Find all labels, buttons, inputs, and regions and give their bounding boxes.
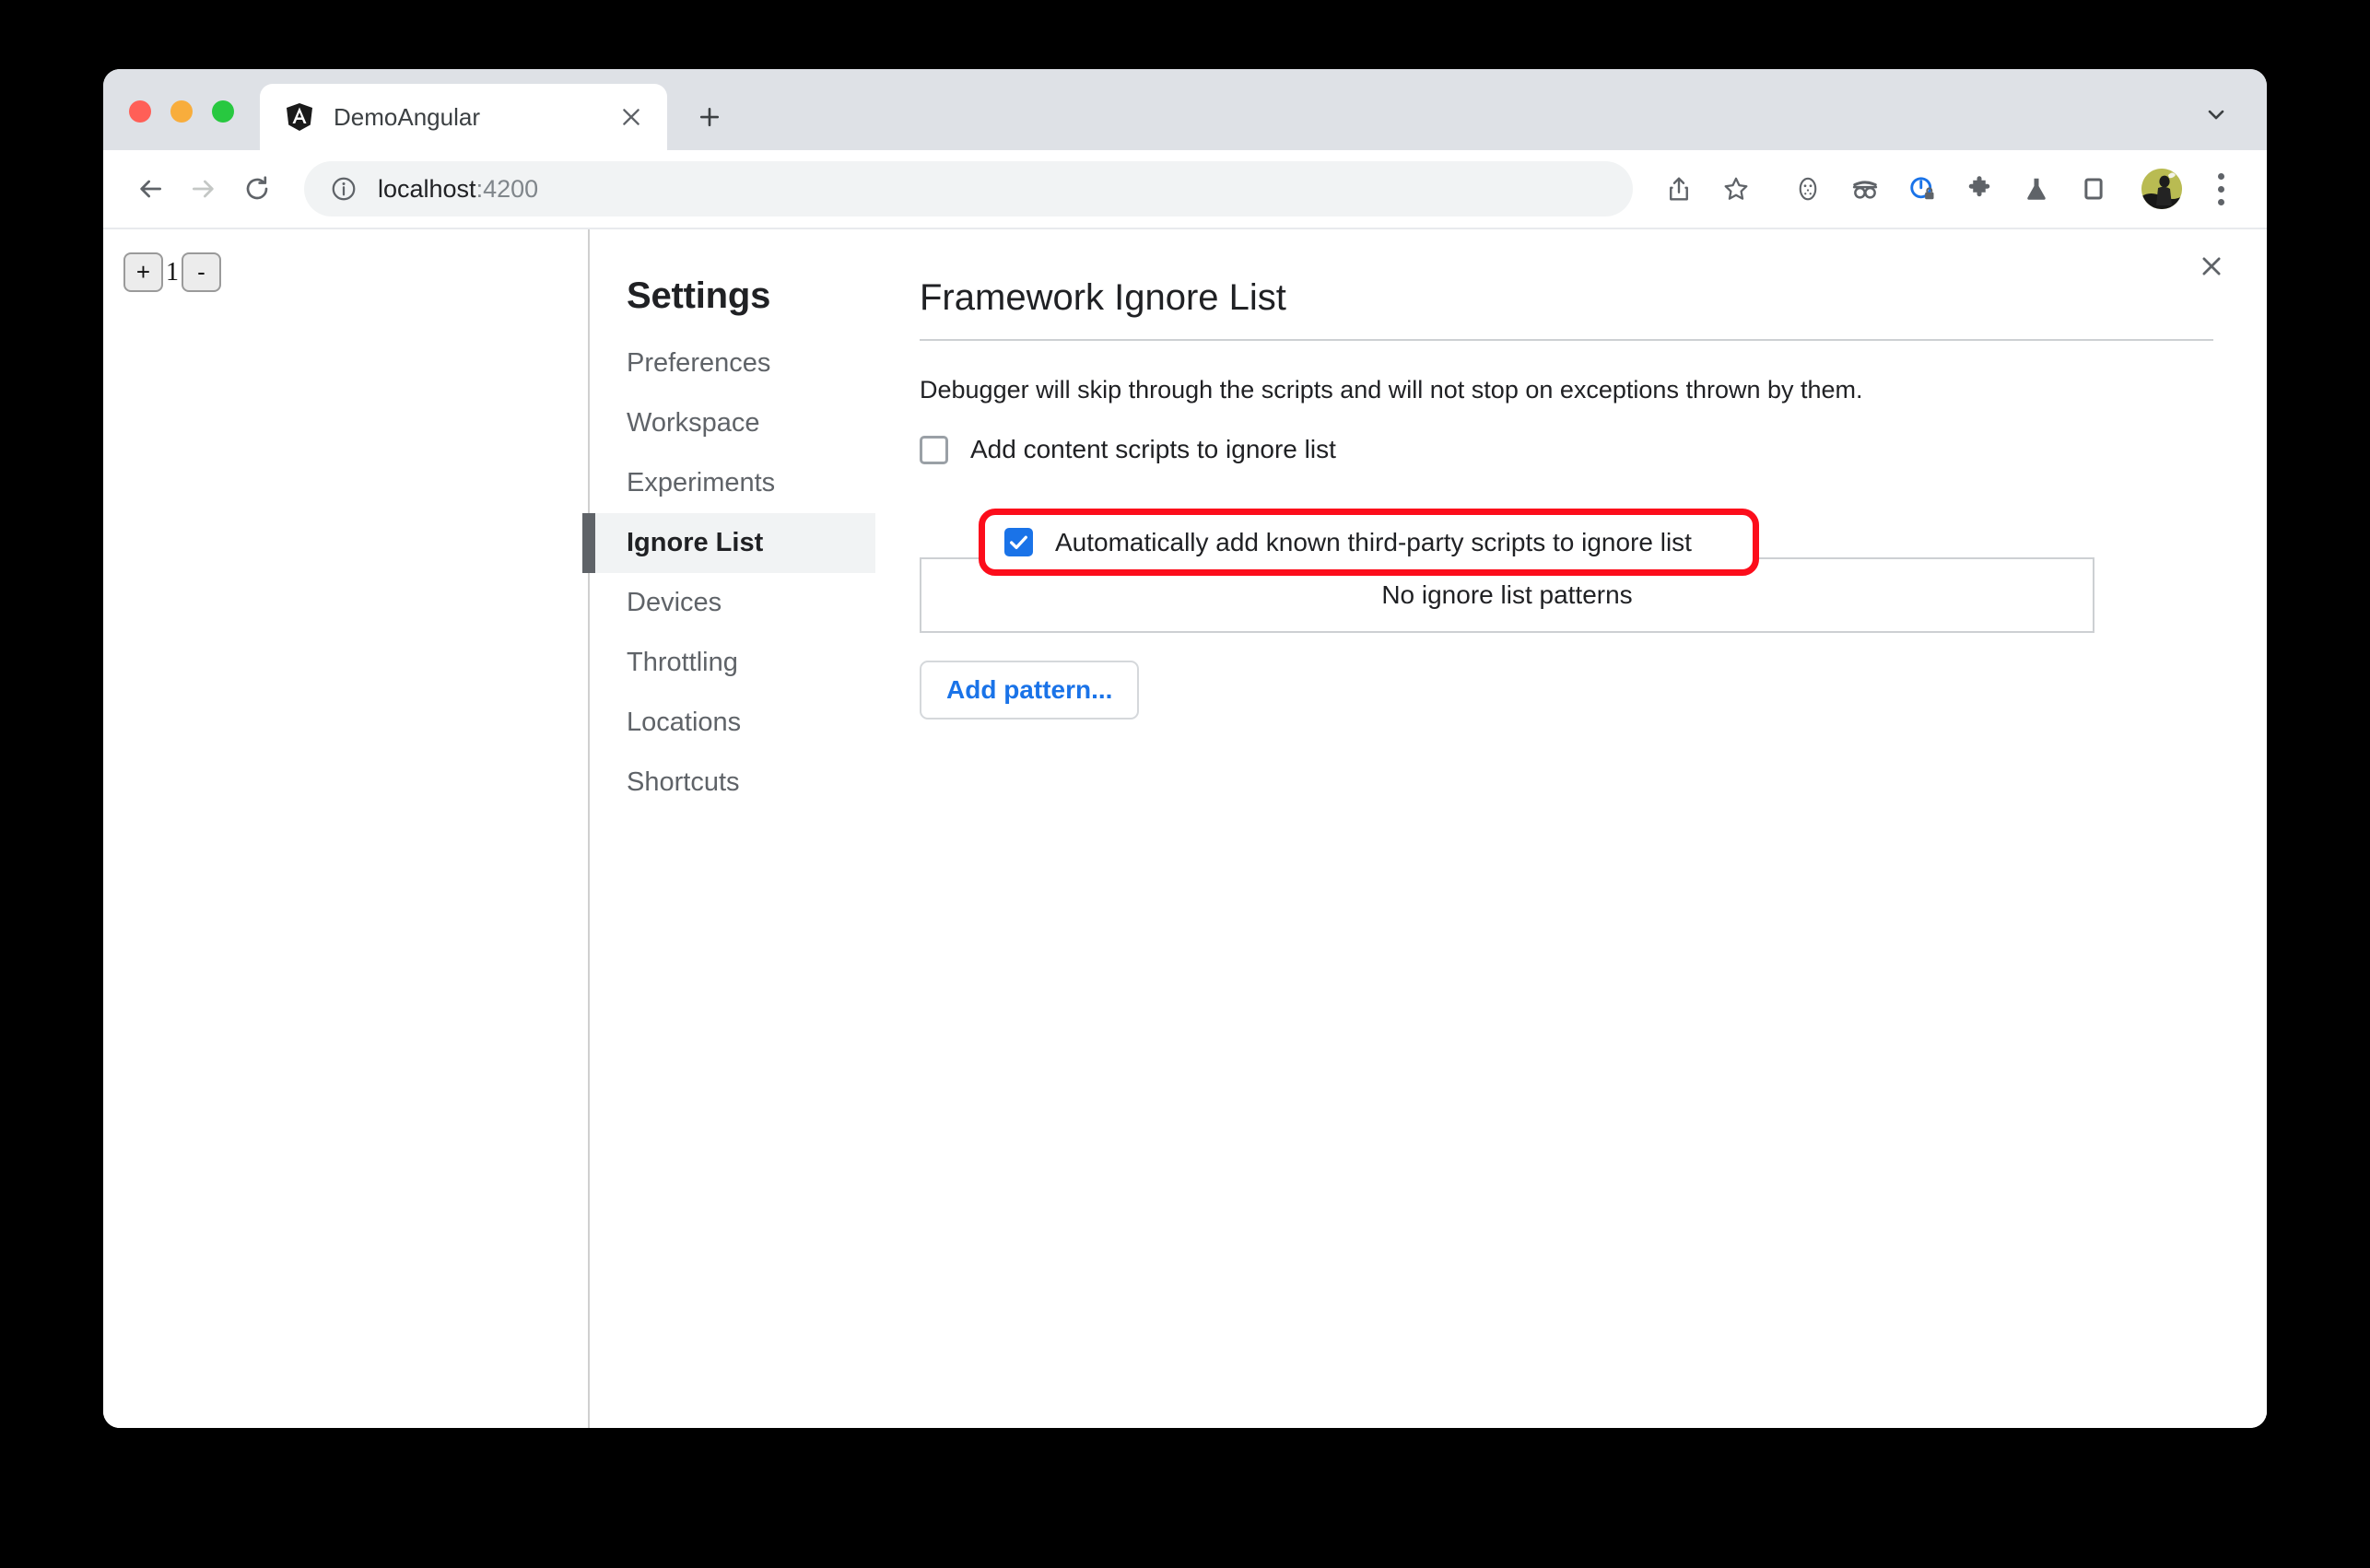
sidebar-item-experiments[interactable]: Experiments xyxy=(590,453,875,513)
checkbox-label: Add content scripts to ignore list xyxy=(970,435,1336,463)
hockey-mask-extension-icon[interactable] xyxy=(1782,163,1834,215)
tab-search-chevron-down-icon[interactable] xyxy=(2193,91,2239,137)
page-title: Settings xyxy=(627,275,771,316)
new-tab-button[interactable] xyxy=(684,91,735,143)
settings-sidebar: Settings Preferences Workspace Experimen… xyxy=(582,229,875,1428)
empty-state-text: No ignore list patterns xyxy=(1381,580,1633,609)
sidebar-item-preferences[interactable]: Preferences xyxy=(590,333,875,393)
sidebar-item-throttling[interactable]: Throttling xyxy=(590,633,875,693)
add-pattern-button[interactable]: Add pattern... xyxy=(920,661,1140,720)
share-icon[interactable] xyxy=(1653,163,1705,215)
sidebar-item-label: Throttling xyxy=(627,648,738,677)
sidebar-item-label: Devices xyxy=(627,588,722,617)
url-host: localhost xyxy=(378,174,476,203)
flask-labs-icon[interactable] xyxy=(2011,163,2062,215)
og-glasses-extension-icon[interactable] xyxy=(1839,163,1891,215)
browser-viewport: + 1 - Settings Preferences Workspace Exp… xyxy=(103,229,2267,1428)
checkbox-checked-icon[interactable] xyxy=(1004,528,1033,556)
checkbox-unchecked-icon[interactable] xyxy=(920,435,948,464)
profile-avatar[interactable] xyxy=(2141,169,2182,209)
lock-shield-extension-icon[interactable] xyxy=(1896,163,1948,215)
sidebar-item-locations[interactable]: Locations xyxy=(590,693,875,753)
angular-logo-icon xyxy=(284,101,315,133)
sidebar-item-label: Locations xyxy=(627,708,742,737)
tab-close-icon[interactable] xyxy=(616,101,647,133)
forward-arrow-icon xyxy=(177,162,230,216)
browser-tab[interactable]: DemoAngular xyxy=(260,84,667,150)
three-dot-menu-icon[interactable] xyxy=(2197,163,2245,215)
highlighted-checkbox-row[interactable]: Automatically add known third-party scri… xyxy=(979,509,1759,576)
checkbox-label: Automatically add known third-party scri… xyxy=(1055,527,1692,556)
sidebar-item-ignore-list[interactable]: Ignore List xyxy=(582,513,875,573)
toolbar-icon-group xyxy=(1648,163,2245,215)
reload-icon[interactable] xyxy=(230,162,284,216)
sidebar-item-label: Experiments xyxy=(627,468,776,497)
devtools-settings-panel: Settings Preferences Workspace Experimen… xyxy=(582,229,2267,1428)
bookmark-star-icon[interactable] xyxy=(1710,163,1762,215)
decrement-button[interactable]: - xyxy=(182,252,221,292)
window-traffic-lights xyxy=(103,100,234,150)
maximize-window-button[interactable] xyxy=(212,100,234,123)
tab-title: DemoAngular xyxy=(334,102,480,131)
web-page-content: + 1 - xyxy=(103,229,590,1428)
counter-widget: + 1 - xyxy=(123,252,221,292)
back-arrow-icon[interactable] xyxy=(123,162,177,216)
tab-strip: DemoAngular xyxy=(103,69,2267,150)
sidebar-item-devices[interactable]: Devices xyxy=(590,573,875,633)
increment-button[interactable]: + xyxy=(123,252,163,292)
sidebar-item-label: Preferences xyxy=(627,348,771,378)
section-description: Debugger will skip through the scripts a… xyxy=(920,376,1863,404)
side-panel-icon[interactable] xyxy=(2068,163,2119,215)
section-heading: Framework Ignore List xyxy=(920,277,2213,341)
settings-content: Framework Ignore List Debugger will skip… xyxy=(875,229,2267,1428)
browser-window: DemoAngular localhost:4200 + 1 - Setting… xyxy=(103,69,2267,1428)
counter-value: 1 xyxy=(166,257,179,287)
address-bar[interactable]: localhost:4200 xyxy=(304,161,1633,216)
puzzle-extensions-icon[interactable] xyxy=(1953,163,2005,215)
checkbox-row-content-scripts[interactable]: Add content scripts to ignore list xyxy=(920,428,2213,471)
url-port: :4200 xyxy=(475,174,539,203)
minimize-window-button[interactable] xyxy=(170,100,193,123)
url-text: localhost:4200 xyxy=(378,175,538,204)
browser-toolbar: localhost:4200 xyxy=(103,150,2267,229)
sidebar-item-shortcuts[interactable]: Shortcuts xyxy=(590,753,875,813)
close-window-button[interactable] xyxy=(129,100,151,123)
sidebar-item-label: Ignore List xyxy=(627,528,764,557)
settings-close-icon[interactable] xyxy=(2191,246,2232,287)
sidebar-item-label: Workspace xyxy=(627,408,760,438)
info-circle-icon[interactable] xyxy=(328,173,359,205)
sidebar-item-label: Shortcuts xyxy=(627,767,740,797)
sidebar-item-workspace[interactable]: Workspace xyxy=(590,393,875,453)
